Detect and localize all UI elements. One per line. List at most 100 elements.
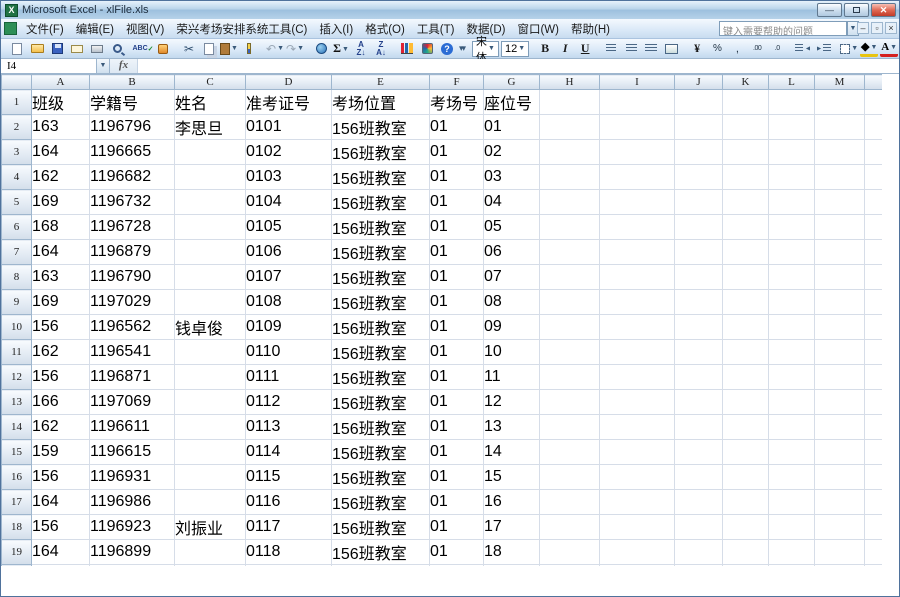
cell-I6[interactable] bbox=[599, 214, 675, 240]
cell-H3[interactable] bbox=[539, 139, 600, 165]
cell-G8[interactable]: 07 bbox=[483, 264, 540, 290]
cell-E8[interactable]: 156班教室 bbox=[331, 264, 430, 290]
spelling-icon[interactable]: ABC ✓ bbox=[132, 40, 153, 57]
cell-A13[interactable]: 166 bbox=[31, 389, 90, 415]
cell-I14[interactable] bbox=[599, 414, 675, 440]
cell-I19[interactable] bbox=[599, 539, 675, 565]
cell-K18[interactable] bbox=[722, 514, 769, 540]
cell-B3[interactable]: 1196665 bbox=[89, 139, 175, 165]
help-question-box[interactable]: 键入需要帮助的问题 bbox=[719, 21, 847, 36]
cell-K11[interactable] bbox=[722, 339, 769, 365]
cell-A3[interactable]: 164 bbox=[31, 139, 90, 165]
cell-J5[interactable] bbox=[674, 189, 723, 215]
cell-E11[interactable]: 156班教室 bbox=[331, 339, 430, 365]
redo-icon[interactable]: ↷ ▼ bbox=[286, 40, 304, 57]
cell-K20[interactable] bbox=[722, 564, 769, 566]
row-header-3[interactable]: 3 bbox=[1, 139, 32, 165]
cell-L8[interactable] bbox=[768, 264, 815, 290]
cell-B2[interactable]: 1196796 bbox=[89, 114, 175, 140]
row-header-10[interactable]: 10 bbox=[1, 314, 32, 340]
cell-I15[interactable] bbox=[599, 439, 675, 465]
font-name-select[interactable]: 宋体 ▼ bbox=[472, 36, 499, 64]
row-header-4[interactable]: 4 bbox=[1, 164, 32, 190]
restore-button[interactable] bbox=[844, 3, 869, 17]
cell-D6[interactable]: 0105 bbox=[245, 214, 332, 240]
name-box-dropdown-icon[interactable]: ▼ bbox=[97, 59, 110, 73]
cell-M10[interactable] bbox=[814, 314, 865, 340]
cell-L18[interactable] bbox=[768, 514, 815, 540]
mail-icon[interactable] bbox=[68, 40, 86, 57]
cell-I8[interactable] bbox=[599, 264, 675, 290]
align-left-icon[interactable] bbox=[602, 40, 620, 57]
cell-C7[interactable] bbox=[174, 239, 246, 265]
cell-B12[interactable]: 1196871 bbox=[89, 364, 175, 390]
cell-A19[interactable]: 164 bbox=[31, 539, 90, 565]
cell-C16[interactable] bbox=[174, 464, 246, 490]
select-all-corner[interactable] bbox=[1, 74, 32, 90]
cell-M9[interactable] bbox=[814, 289, 865, 315]
cell-M8[interactable] bbox=[814, 264, 865, 290]
cell-C6[interactable] bbox=[174, 214, 246, 240]
open-icon[interactable] bbox=[28, 40, 46, 57]
minimize-button[interactable]: — bbox=[817, 3, 842, 17]
header-cell-D1[interactable]: 准考证号 bbox=[245, 89, 332, 115]
cell-B5[interactable]: 1196732 bbox=[89, 189, 175, 215]
cell-H10[interactable] bbox=[539, 314, 600, 340]
toolbar-options-icon[interactable]: ▾▾ bbox=[459, 43, 466, 54]
cell-G10[interactable]: 09 bbox=[483, 314, 540, 340]
cell-F7[interactable]: 01 bbox=[429, 239, 484, 265]
cell-L10[interactable] bbox=[768, 314, 815, 340]
cell-H16[interactable] bbox=[539, 464, 600, 490]
new-icon[interactable] bbox=[8, 40, 26, 57]
cell-J18[interactable] bbox=[674, 514, 723, 540]
cell-A14[interactable]: 162 bbox=[31, 414, 90, 440]
cell-L14[interactable] bbox=[768, 414, 815, 440]
cell-F5[interactable]: 01 bbox=[429, 189, 484, 215]
header-cell-A1[interactable]: 班级 bbox=[31, 89, 90, 115]
cell-F11[interactable]: 01 bbox=[429, 339, 484, 365]
cell-F17[interactable]: 01 bbox=[429, 489, 484, 515]
font-color-icon[interactable]: A ▼ bbox=[880, 40, 899, 57]
header-cell-E1[interactable]: 考场位置 bbox=[331, 89, 430, 115]
cell-K9[interactable] bbox=[722, 289, 769, 315]
cell-I13[interactable] bbox=[599, 389, 675, 415]
row-header-2[interactable]: 2 bbox=[1, 114, 32, 140]
autosum-icon[interactable]: Σ ▼ bbox=[332, 40, 350, 57]
cell-I18[interactable] bbox=[599, 514, 675, 540]
cell-E14[interactable]: 156班教室 bbox=[331, 414, 430, 440]
cell-A4[interactable]: 162 bbox=[31, 164, 90, 190]
cell-D18[interactable]: 0117 bbox=[245, 514, 332, 540]
cell-H13[interactable] bbox=[539, 389, 600, 415]
cell-K10[interactable] bbox=[722, 314, 769, 340]
header-cell-C1[interactable]: 姓名 bbox=[174, 89, 246, 115]
cell-F4[interactable]: 01 bbox=[429, 164, 484, 190]
cell-I4[interactable] bbox=[599, 164, 675, 190]
cell-J14[interactable] bbox=[674, 414, 723, 440]
cell-L13[interactable] bbox=[768, 389, 815, 415]
cell-J2[interactable] bbox=[674, 114, 723, 140]
cell-H18[interactable] bbox=[539, 514, 600, 540]
cell-G4[interactable]: 03 bbox=[483, 164, 540, 190]
cell-K2[interactable] bbox=[722, 114, 769, 140]
cell-A20[interactable]: 159 bbox=[31, 564, 90, 566]
cell-G7[interactable]: 06 bbox=[483, 239, 540, 265]
cell-A17[interactable]: 164 bbox=[31, 489, 90, 515]
cell-A7[interactable]: 164 bbox=[31, 239, 90, 265]
cell-G14[interactable]: 13 bbox=[483, 414, 540, 440]
cell-A8[interactable]: 163 bbox=[31, 264, 90, 290]
underline-button[interactable]: U bbox=[576, 40, 594, 57]
menu-item-8[interactable]: 窗口(W) bbox=[511, 19, 565, 39]
cell-L6[interactable] bbox=[768, 214, 815, 240]
menu-item-3[interactable]: 荣兴考场安排系统工具(C) bbox=[170, 19, 313, 39]
row-header-15[interactable]: 15 bbox=[1, 439, 32, 465]
cell-B10[interactable]: 1196562 bbox=[89, 314, 175, 340]
increase-indent-icon[interactable]: ▼ bbox=[814, 40, 832, 57]
cell-J9[interactable] bbox=[674, 289, 723, 315]
menu-item-5[interactable]: 格式(O) bbox=[359, 19, 411, 39]
cell-J3[interactable] bbox=[674, 139, 723, 165]
cell-F8[interactable]: 01 bbox=[429, 264, 484, 290]
cell-I10[interactable] bbox=[599, 314, 675, 340]
col-header-B[interactable]: B bbox=[89, 74, 175, 90]
cell-B14[interactable]: 1196611 bbox=[89, 414, 175, 440]
cell-F3[interactable]: 01 bbox=[429, 139, 484, 165]
